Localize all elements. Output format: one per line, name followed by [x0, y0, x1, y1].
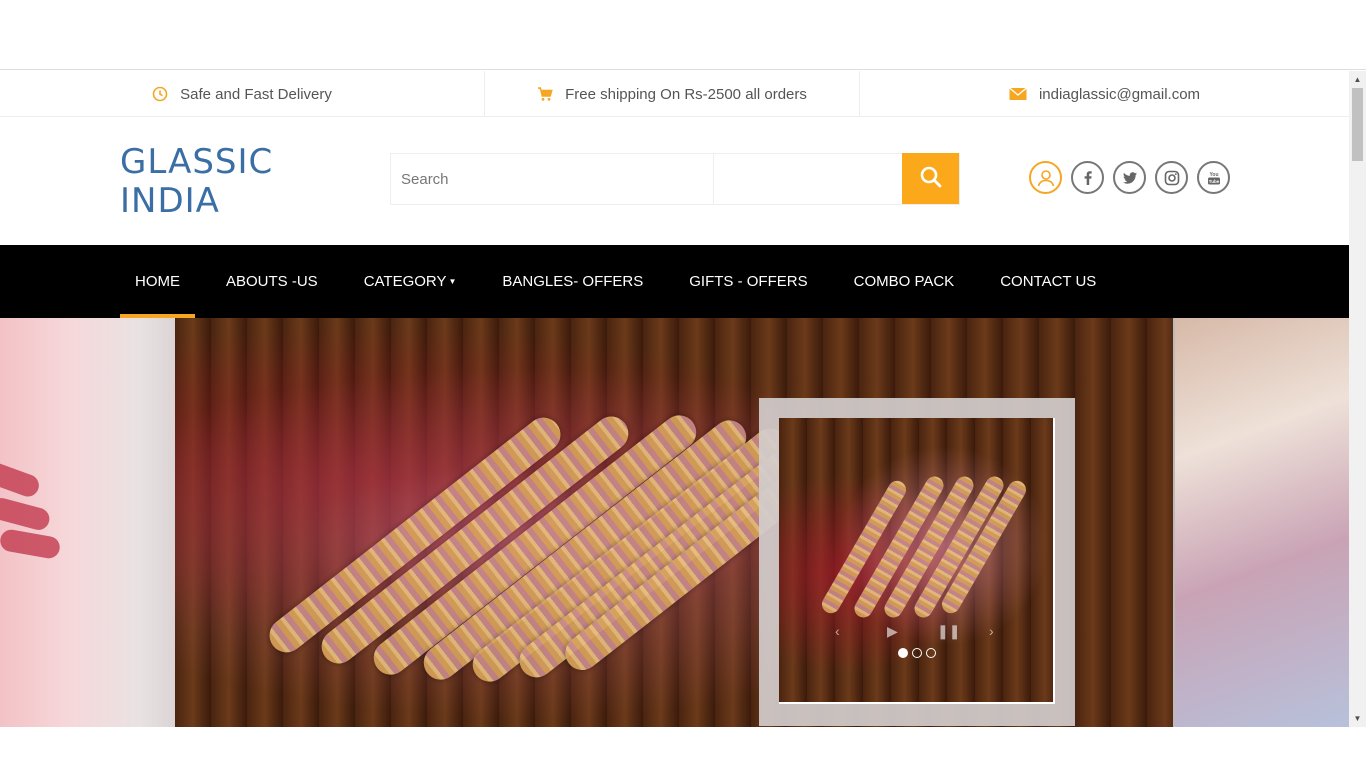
nav-home-label: HOME: [135, 273, 180, 290]
main-navigation: HOME ABOUTS -US CATEGORY ▼ BANGLES- OFFER…: [0, 245, 1349, 318]
search-icon: [919, 165, 943, 192]
slide-dot-3[interactable]: [926, 648, 936, 658]
scrollbar-thumb[interactable]: [1352, 88, 1363, 161]
nav-item-home[interactable]: HOME: [120, 245, 195, 318]
social-links: You Tube: [1029, 161, 1230, 194]
pause-icon[interactable]: ❚❚: [937, 623, 960, 640]
browser-top-area: [0, 0, 1366, 70]
previous-slide-preview[interactable]: [0, 318, 175, 727]
nav-category-label: CATEGORY: [363, 273, 447, 290]
cart-icon: [537, 86, 553, 102]
site-logo[interactable]: GLASSIC INDIA: [120, 143, 273, 221]
svg-text:Tube: Tube: [1208, 179, 1219, 184]
info-bar: Safe and Fast Delivery Free shipping On …: [0, 71, 1349, 117]
caret-down-icon: ▼: [448, 277, 457, 286]
nav-item-abouts-us[interactable]: ABOUTS -US: [211, 245, 333, 318]
nav-item-contact-us[interactable]: CONTACT US: [985, 245, 1111, 318]
delivery-info: Safe and Fast Delivery: [0, 71, 485, 117]
nav-abouts-us-label: ABOUTS -US: [226, 273, 318, 290]
search-bar: [390, 153, 960, 205]
clock-icon: [152, 86, 168, 102]
nav-item-bangles-offers[interactable]: BANGLES- OFFERS: [487, 245, 658, 318]
thumbnail-image: ‹ ▶ ❚❚ ›: [779, 418, 1055, 704]
nav-gifts-offers-label: GIFTS - OFFERS: [689, 273, 808, 290]
logo-line-1: GLASSIC: [120, 142, 274, 182]
email-link[interactable]: indiaglassic@gmail.com: [1039, 86, 1200, 103]
scroll-up-arrow-icon[interactable]: ▲: [1349, 71, 1366, 88]
next-slide-preview[interactable]: [1173, 318, 1349, 727]
nav-combo-pack-label: COMBO PACK: [853, 273, 955, 290]
nav-item-gifts-offers[interactable]: GIFTS - OFFERS: [674, 245, 822, 318]
shipping-text: Free shipping On Rs-2500 all orders: [565, 85, 807, 103]
instagram-icon[interactable]: [1155, 161, 1188, 194]
prev-arrow-icon[interactable]: ‹: [835, 623, 840, 639]
slider-thumbnail: ‹ ▶ ❚❚ ›: [759, 398, 1075, 726]
page-scrollbar[interactable]: ▲ ▼: [1349, 71, 1366, 727]
slide-dot-1[interactable]: [898, 648, 908, 658]
svg-text:You: You: [1209, 172, 1218, 178]
next-arrow-icon[interactable]: ›: [989, 623, 994, 639]
search-button[interactable]: [902, 153, 959, 204]
site-header: GLASSIC INDIA YouTube: [0, 117, 1349, 245]
facebook-icon[interactable]: [1071, 161, 1104, 194]
logo-line-2: INDIA: [120, 181, 220, 221]
search-category-select[interactable]: [714, 154, 902, 204]
slide-dot-2[interactable]: [912, 648, 922, 658]
twitter-icon[interactable]: [1113, 161, 1146, 194]
slide-indicators: [898, 648, 936, 658]
user-account-icon[interactable]: [1029, 161, 1062, 194]
hero-slider[interactable]: ‹ ▶ ❚❚ ›: [0, 318, 1349, 727]
scroll-down-arrow-icon[interactable]: ▼: [1349, 710, 1366, 727]
email-info: indiaglassic@gmail.com: [860, 71, 1349, 117]
shipping-info: Free shipping On Rs-2500 all orders: [485, 71, 860, 117]
nav-item-category[interactable]: CATEGORY ▼: [349, 245, 472, 318]
delivery-text: Safe and Fast Delivery: [180, 85, 332, 103]
nav-item-combo-pack[interactable]: COMBO PACK: [839, 245, 970, 318]
search-input[interactable]: [391, 154, 714, 204]
nav-contact-us-label: CONTACT US: [1000, 273, 1097, 290]
play-icon[interactable]: ▶: [887, 623, 898, 640]
nav-bangles-offers-label: BANGLES- OFFERS: [502, 273, 644, 290]
youtube-icon[interactable]: You Tube: [1197, 161, 1230, 194]
envelope-icon: [1009, 87, 1027, 101]
